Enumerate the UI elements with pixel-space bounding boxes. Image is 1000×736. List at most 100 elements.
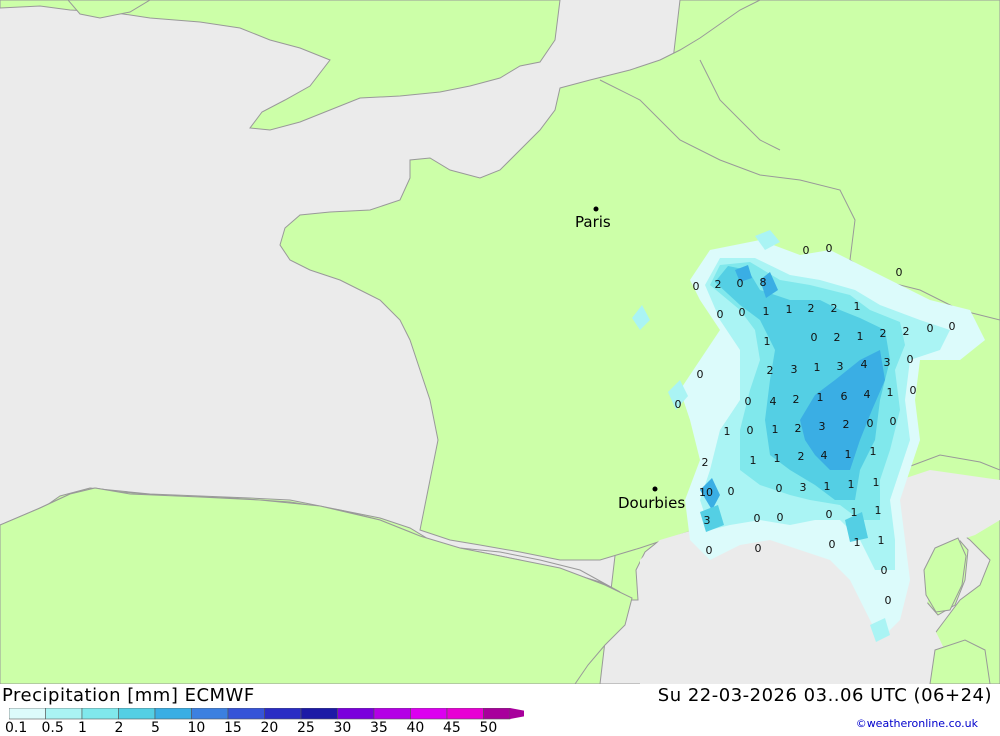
value-label: 1: [772, 423, 779, 436]
value-label: 0: [826, 242, 833, 255]
value-label: 1: [817, 391, 824, 404]
value-label: 1: [724, 425, 731, 438]
value-label: 1: [814, 361, 821, 374]
value-label: 0: [777, 511, 784, 524]
value-label: 1: [750, 454, 757, 467]
value-label: 2: [795, 422, 802, 435]
legend-tick-label: 20: [260, 720, 279, 736]
value-label: 1: [878, 534, 885, 547]
value-label: 0: [754, 512, 761, 525]
legend-swatch: [446, 708, 484, 720]
value-label: 0: [826, 508, 833, 521]
legend-swatch: [118, 708, 156, 720]
legend-swatch: [154, 708, 192, 720]
value-label: 0: [747, 424, 754, 437]
legend-tick-label: 25: [297, 720, 315, 736]
value-label: 1: [824, 480, 831, 493]
value-label: 6: [841, 390, 848, 403]
value-label: 0: [755, 542, 762, 555]
legend-tick-label: 35: [370, 720, 388, 736]
value-label: 1: [887, 386, 894, 399]
precipitation-map: 0 2 0 8 0 0 0 0 1 1 2 2 1 1 0 2 1 2 2 0 …: [0, 0, 1000, 684]
value-label: 2: [831, 302, 838, 315]
value-label: 3: [704, 514, 711, 527]
legend-tick-label: 10: [187, 720, 206, 736]
legend-tick-label: 30: [333, 720, 352, 736]
value-label: 2: [702, 456, 709, 469]
value-label: 0: [717, 308, 724, 321]
credit-link[interactable]: ©weatheronline.co.uk: [856, 717, 978, 730]
value-label: 1: [870, 445, 877, 458]
value-label: 1: [854, 536, 861, 549]
value-label: 0: [776, 482, 783, 495]
value-label: 0: [949, 320, 956, 333]
legend-swatch: [191, 708, 229, 720]
value-label: 2: [793, 393, 800, 406]
value-label: 1: [851, 506, 858, 519]
value-label: 2: [808, 302, 815, 315]
legend-swatch: [483, 708, 511, 720]
value-label: 0: [675, 398, 682, 411]
value-label: 1: [857, 330, 864, 343]
value-label: 1: [774, 452, 781, 465]
legend-swatch: [227, 708, 265, 720]
value-label: 2: [843, 418, 850, 431]
value-label: 2: [903, 325, 910, 338]
value-label: 0: [737, 277, 744, 290]
value-label: 0: [745, 395, 752, 408]
legend-tick-label: 1: [78, 720, 87, 736]
value-label: 0: [693, 280, 700, 293]
map-title: Precipitation [mm] ECMWF: [2, 685, 255, 706]
value-label: 0: [706, 544, 713, 557]
legend-swatch: [300, 708, 338, 720]
legend-tick-label: 2: [114, 720, 124, 736]
value-label: 1: [873, 476, 880, 489]
legend-swatch: [410, 708, 448, 720]
value-label: 2: [880, 327, 887, 340]
city-label: Paris: [575, 213, 611, 231]
legend-swatch: [337, 708, 375, 720]
value-label: 3: [791, 363, 798, 376]
legend-arrow: [510, 708, 524, 719]
city-marker: [652, 486, 658, 492]
value-label: 0: [829, 538, 836, 551]
legend-tick-label: 50: [479, 720, 498, 736]
value-label: 1: [854, 300, 861, 313]
legend-swatch: [81, 708, 119, 720]
value-label: 10: [699, 486, 713, 499]
value-label: 3: [800, 481, 807, 494]
value-label: 0: [885, 594, 892, 607]
legend-swatch: [9, 708, 46, 720]
legend-tick-label: 0.1: [5, 720, 28, 736]
value-label: 4: [770, 395, 777, 408]
value-label: 1: [763, 305, 770, 318]
value-label: 1: [845, 448, 852, 461]
value-label: 1: [875, 504, 882, 517]
legend-scale: [9, 708, 524, 720]
legend-tick-label: 0.5: [41, 720, 64, 736]
city-marker: [593, 206, 599, 212]
value-label: 3: [884, 356, 891, 369]
value-label: 4: [821, 449, 828, 462]
value-label: 0: [811, 331, 818, 344]
value-label: 2: [834, 331, 841, 344]
value-label: 2: [767, 364, 774, 377]
value-label: 0: [890, 415, 897, 428]
value-label: 0: [697, 368, 704, 381]
value-label: 1: [848, 478, 855, 491]
footer: Precipitation [mm] ECMWF Su 22-03-2026 0…: [0, 684, 1000, 736]
value-label: 1: [764, 335, 771, 348]
value-label: 3: [837, 360, 844, 373]
value-label: 2: [798, 450, 805, 463]
value-label: 2: [715, 278, 722, 291]
value-label: 0: [803, 244, 810, 257]
value-label: 4: [864, 388, 871, 401]
legend-swatch: [45, 708, 83, 720]
city-label: Dourbies: [618, 494, 685, 512]
value-label: 0: [910, 384, 917, 397]
value-label: 0: [907, 353, 914, 366]
map-datetime: Su 22-03-2026 03..06 UTC (06+24): [657, 685, 992, 706]
value-label: 0: [927, 322, 934, 335]
value-label: 0: [728, 485, 735, 498]
value-label: 1: [786, 303, 793, 316]
